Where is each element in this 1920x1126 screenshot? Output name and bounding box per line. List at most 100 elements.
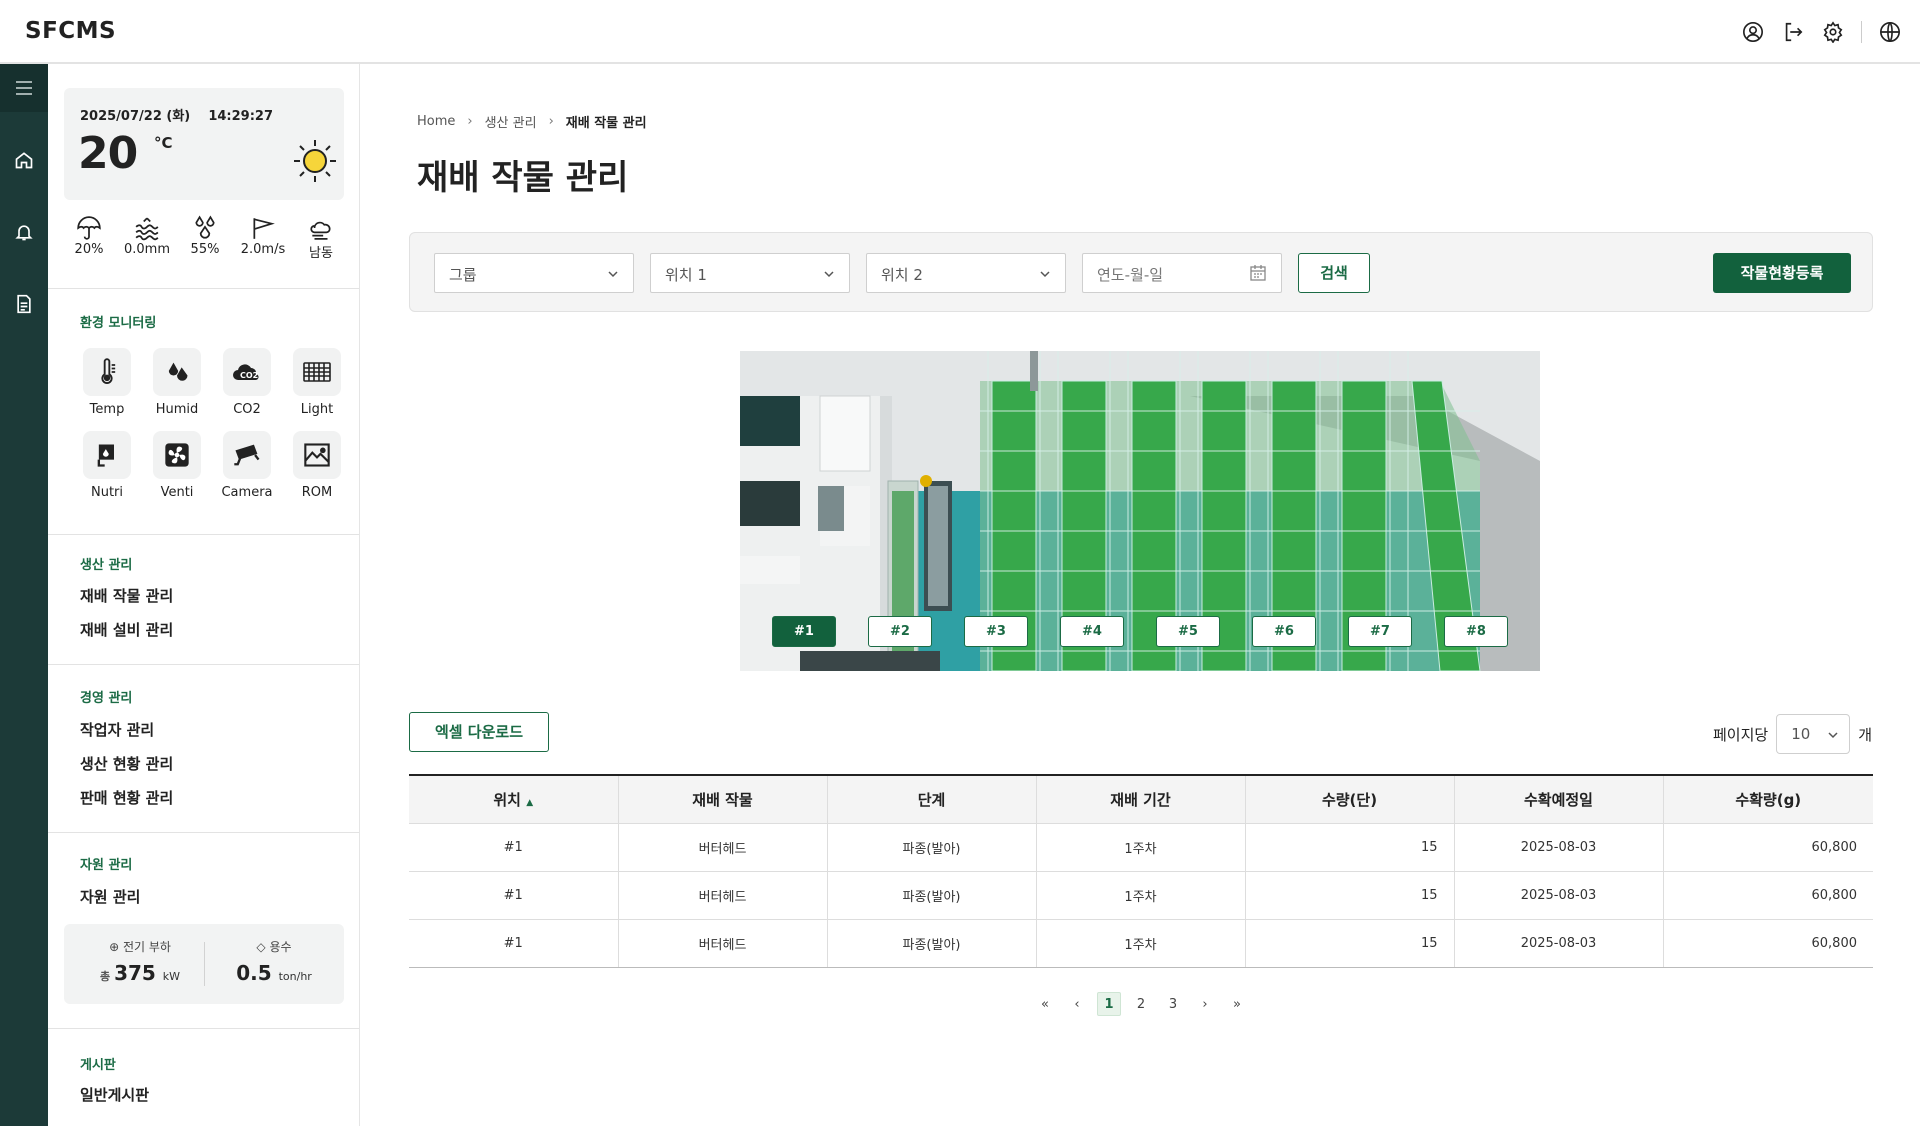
breadcrumb-home[interactable]: Home [417, 114, 455, 129]
logout-icon[interactable] [1781, 20, 1805, 44]
position-badge-1[interactable]: #1 [772, 616, 836, 647]
camera-icon [223, 431, 271, 479]
weather-temperature: 20 [78, 128, 138, 179]
monitor-co2[interactable]: CO2 CO2 [212, 348, 282, 417]
cell-period: 1주차 [1036, 823, 1246, 872]
umbrella-icon [60, 214, 118, 242]
app-logo[interactable]: SFCMS [25, 18, 116, 44]
top-bar: SFCMS [0, 0, 1920, 64]
menu-icon[interactable] [0, 64, 48, 112]
farm-layout-image [740, 351, 1540, 671]
position-badge-3[interactable]: #3 [964, 616, 1028, 647]
thermometer-icon [83, 348, 131, 396]
page-1-button[interactable]: 1 [1097, 992, 1121, 1016]
weather-stats: 20% 0.0mm 55% 2.0m/s 남동 [60, 214, 350, 261]
stat-value: 0.0mm [123, 242, 170, 257]
position-badge-8[interactable]: #8 [1444, 616, 1508, 647]
breadcrumb-production[interactable]: 생산 관리 [485, 112, 537, 131]
chevron-right-icon: › [467, 114, 473, 129]
per-page-select[interactable]: 10 [1776, 714, 1851, 754]
nav-equipment-management[interactable]: 재배 설비 관리 [80, 619, 173, 640]
chevron-down-icon [607, 266, 619, 284]
position-badge-2[interactable]: #2 [868, 616, 932, 647]
cell-quantity: 15 [1245, 871, 1455, 920]
monitor-camera[interactable]: Camera [212, 431, 282, 500]
gear-icon[interactable] [1821, 20, 1845, 44]
stat-value: 남동 [309, 246, 333, 261]
monitor-label: Nutri [90, 485, 124, 500]
table-header-row: 위치 ▲ 재배 작물 단계 재배 기간 수량(단) 수확예정일 수확량(g) [409, 774, 1873, 824]
position-badge-5[interactable]: #5 [1156, 616, 1220, 647]
weather-datetime: 2025/07/22 (화) 14:29:27 [80, 109, 274, 124]
power-load: ⊕ 전기 부하 총 375 kW [80, 938, 200, 985]
monitor-light[interactable]: Light [282, 348, 352, 417]
location1-select[interactable]: 위치 1 [650, 253, 850, 293]
position-badge-7[interactable]: #7 [1348, 616, 1412, 647]
last-page-icon[interactable]: » [1225, 992, 1249, 1016]
water-label: 용수 [269, 940, 292, 954]
next-page-icon[interactable]: › [1193, 992, 1217, 1016]
nav-worker-management[interactable]: 작업자 관리 [80, 719, 154, 740]
monitor-temp[interactable]: Temp [72, 348, 142, 417]
user-icon[interactable] [1741, 20, 1765, 44]
filter-bar: 그룹 위치 1 위치 2 연도-월-일 검색 작물현황등록 [409, 232, 1873, 312]
globe-icon[interactable] [1878, 20, 1902, 44]
column-header-harvest-date: 수확예정일 [1454, 774, 1664, 824]
divider [48, 664, 359, 665]
page-3-button[interactable]: 3 [1161, 992, 1185, 1016]
date-input[interactable]: 연도-월-일 [1082, 253, 1282, 293]
nutrient-icon [83, 431, 131, 479]
chevron-down-icon [1039, 266, 1051, 284]
rainfall: 0.0mm [118, 214, 176, 261]
main-content: Home › 생산 관리 › 재배 작물 관리 재배 작물 관리 그룹 위치 1… [361, 64, 1920, 1126]
rain-waves-icon [118, 214, 176, 242]
cell-yield: 60,800 [1663, 823, 1873, 872]
monitor-rom[interactable]: ROM [282, 431, 352, 500]
cell-yield: 60,800 [1663, 919, 1873, 968]
page-2-button[interactable]: 2 [1129, 992, 1153, 1016]
column-header-crop: 재배 작물 [618, 774, 828, 824]
stat-value: 55% [190, 242, 220, 257]
cell-stage: 파종(발아) [827, 823, 1037, 872]
power-value: 375 [114, 961, 156, 985]
monitor-humid[interactable]: Humid [142, 348, 212, 417]
table-row[interactable]: #1 버터헤드 파종(발아) 1주차 15 2025-08-03 60,800 [409, 871, 1873, 920]
position-badge-6[interactable]: #6 [1252, 616, 1316, 647]
location2-select[interactable]: 위치 2 [866, 253, 1066, 293]
register-crop-button[interactable]: 작물현황등록 [1713, 253, 1851, 293]
breadcrumb-current: 재배 작물 관리 [565, 116, 647, 131]
column-header-location[interactable]: 위치 ▲ [409, 774, 619, 824]
monitor-venti[interactable]: Venti [142, 431, 212, 500]
first-page-icon[interactable]: « [1033, 992, 1057, 1016]
nav-production-status[interactable]: 생산 현황 관리 [80, 753, 173, 774]
precipitation-prob: 20% [60, 214, 118, 261]
location1-select-value: 위치 1 [665, 266, 707, 284]
water-drop-icon: ◇ [256, 940, 266, 954]
monitoring-grid: Temp Humid CO2 CO2 Light Nutri Venti Cam… [72, 348, 352, 500]
nav-sales-status[interactable]: 판매 현황 관리 [80, 787, 173, 808]
group-select[interactable]: 그룹 [434, 253, 634, 293]
table-row[interactable]: #1 버터헤드 파종(발아) 1주차 15 2025-08-03 60,800 [409, 823, 1873, 872]
monitor-label: Humid [155, 402, 199, 417]
document-icon[interactable] [12, 292, 36, 316]
excel-download-button[interactable]: 엑셀 다운로드 [409, 712, 549, 752]
chevron-down-icon [823, 266, 835, 284]
cell-location: #1 [409, 919, 619, 968]
table-row[interactable]: #1 버터헤드 파종(발아) 1주차 15 2025-08-03 60,800 [409, 919, 1873, 968]
nav-general-board[interactable]: 일반게시판 [80, 1084, 149, 1105]
sort-icon[interactable]: ▲ [526, 798, 533, 808]
prev-page-icon[interactable]: ‹ [1065, 992, 1089, 1016]
calendar-icon[interactable] [1249, 264, 1267, 286]
divider [48, 534, 359, 535]
cell-crop: 버터헤드 [618, 919, 828, 968]
nav-crop-management[interactable]: 재배 작물 관리 [80, 585, 173, 606]
wind-direction: 남동 [292, 214, 350, 261]
bell-icon[interactable] [12, 220, 36, 244]
monitor-nutri[interactable]: Nutri [72, 431, 142, 500]
home-icon[interactable] [12, 148, 36, 172]
wind-speed: 2.0m/s [234, 214, 292, 261]
cell-stage: 파종(발아) [827, 871, 1037, 920]
position-badge-4[interactable]: #4 [1060, 616, 1124, 647]
search-button[interactable]: 검색 [1298, 253, 1370, 293]
nav-resource-management[interactable]: 자원 관리 [80, 886, 140, 907]
